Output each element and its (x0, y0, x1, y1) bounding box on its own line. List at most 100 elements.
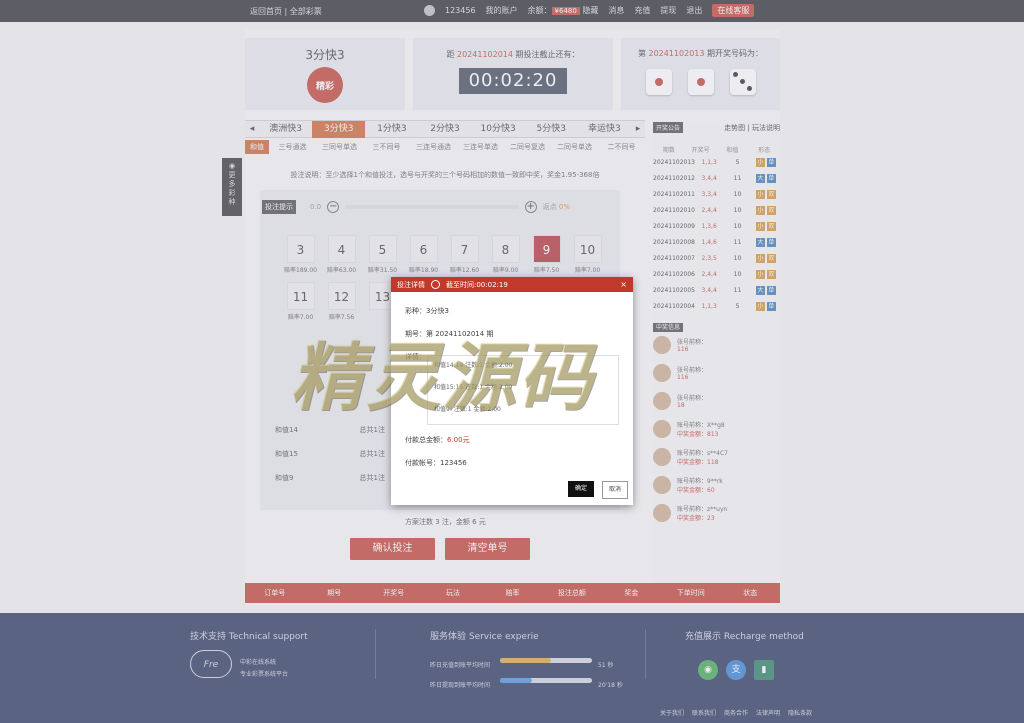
parity-tag: 单 (766, 301, 776, 311)
playtab[interactable]: 三不同号 (363, 142, 410, 152)
number-ball[interactable]: 8 赔率9.00 (485, 235, 526, 274)
top-links[interactable]: 返回首页 | 全部彩票 (250, 6, 322, 17)
number-ball[interactable]: 12 赔率7.56 (321, 282, 362, 321)
ball-number: 6 (409, 235, 438, 263)
order-col: 期号 (327, 589, 342, 597)
tab-game[interactable]: 10分快3 (472, 121, 525, 138)
ball-odds: 赔率7.56 (328, 314, 355, 321)
playtab[interactable]: 二同号单选 (551, 142, 598, 152)
footer-link[interactable]: 隐私条款 (788, 708, 812, 717)
more-games-float[interactable]: ◉ 更多彩种 (222, 158, 242, 216)
ball-number: 10 (573, 235, 602, 263)
playtab[interactable]: 三同号单选 (316, 142, 363, 152)
order-col: 投注总额 (557, 589, 586, 597)
service-label: 昨日充值到账平均时间 (430, 662, 491, 669)
pick-label: 和值14 (275, 426, 298, 434)
last-draw-suffix: 期开奖号码为： (707, 49, 764, 58)
ball-number: 7 (450, 235, 479, 263)
footer-link[interactable]: 关于我们 (660, 708, 684, 717)
number-ball[interactable]: 6 赔率18.90 (403, 235, 444, 274)
number-ball[interactable]: 4 赔率63.00 (321, 235, 362, 274)
winner-avatar (653, 476, 671, 494)
order-col: 玩法 (446, 589, 461, 597)
support-button[interactable]: 在线客服 (712, 4, 755, 17)
slider-track[interactable] (345, 205, 519, 209)
my-account-link[interactable]: 我的账户 (486, 5, 518, 16)
draw-row: 20241102011 3,3,4 10 小 双 (653, 186, 780, 202)
order-table-header: 订单号 期号 开奖号 玩法 赔率 投注总额 奖金 下单时间 状态 (245, 583, 780, 603)
withdraw-link[interactable]: 提现 (660, 5, 676, 16)
number-ball[interactable]: 3 赔率189.00 (280, 235, 321, 274)
winner-avatar (653, 364, 671, 382)
playtab[interactable]: 三连号单选 (457, 142, 504, 152)
number-ball[interactable]: 7 赔率12.60 (444, 235, 485, 274)
draw-issue: 20241102010 (653, 206, 695, 214)
number-ball[interactable]: 10 赔率7.00 (567, 235, 608, 274)
footer-link[interactable]: 法律声明 (756, 708, 780, 717)
parity-tag: 单 (766, 173, 776, 183)
draw-nums: 2,3,5 (701, 254, 717, 262)
plus-icon[interactable]: + (524, 201, 537, 213)
draw-sum: 10 (733, 222, 742, 230)
draw-row: 20241102013 1,1,3 5 小 单 (653, 154, 780, 170)
hide-balance-link[interactable]: 隐藏 (582, 6, 598, 15)
ball-odds: 赔率18.90 (408, 267, 439, 274)
number-ball-selected[interactable]: 9 赔率7.50 (526, 235, 567, 274)
tab-game[interactable]: 2分快3 (418, 121, 471, 138)
service-bar (500, 658, 592, 663)
playtab[interactable]: 二不同号 (598, 142, 645, 152)
countdown-suffix: 期投注截止还有： (515, 50, 580, 59)
playtab[interactable]: 三连号通选 (410, 142, 457, 152)
order-col: 开奖号 (383, 589, 405, 597)
close-icon[interactable]: × (620, 280, 627, 289)
number-ball[interactable]: 11 赔率7.00 (280, 282, 321, 321)
detail-item: 和值9: 注数:1 金额:2.00 (434, 406, 501, 413)
number-ball[interactable]: 5 赔率31.50 (362, 235, 403, 274)
logout-link[interactable]: 退出 (686, 5, 702, 16)
winner-name: 账号前称：z**uyn (677, 506, 728, 513)
draw-issue: 20241102013 (653, 158, 695, 166)
draw-row: 20241102008 1,4,6 11 大 单 (653, 234, 780, 250)
tab-prev-icon[interactable]: ◂ (245, 124, 259, 134)
footer-link[interactable]: 联系我们 (692, 708, 716, 717)
footer-link[interactable]: 商务合作 (724, 708, 748, 717)
ball-odds: 赔率7.00 (574, 267, 601, 274)
playtab[interactable]: 三号通选 (269, 142, 316, 152)
minus-icon[interactable]: − (327, 201, 340, 213)
die-one-icon (645, 69, 672, 95)
confirm-bet-button[interactable]: 确认投注 (350, 538, 435, 560)
countdown-panel: 距 20241102014 期投注截止还有： 00:02:20 (413, 38, 613, 110)
trend-links[interactable]: 走势图 | 玩法说明 (724, 123, 780, 133)
pick-count: 总共1注 (359, 450, 385, 458)
ok-button[interactable]: 确定 (568, 481, 594, 497)
playtab[interactable]: 二同号复选 (504, 142, 551, 152)
pick-label: 和值15 (275, 450, 298, 458)
playtab[interactable]: 和值 (245, 140, 269, 154)
draw-nums: 2,4,4 (701, 270, 717, 278)
win-info-badge: 中奖信息 (653, 323, 684, 332)
tab-game[interactable]: 3分快3 (312, 120, 366, 138)
modal-title: 投注详情 (397, 280, 425, 289)
cancel-button[interactable]: 取消 (602, 481, 628, 499)
size-tag: 小 (755, 189, 765, 199)
recharge-link[interactable]: 充值 (634, 5, 650, 16)
total-label: 付款总金额： (405, 436, 447, 444)
tab-game[interactable]: 幸运快3 (578, 121, 631, 138)
draw-row: 20241102009 1,3,6 10 小 双 (653, 218, 780, 234)
clear-button[interactable]: 清空单号 (445, 538, 530, 560)
draw-row: 20241102010 2,4,4 10 小 双 (653, 202, 780, 218)
draw-issue: 20241102004 (653, 302, 695, 310)
tab-next-icon[interactable]: ▸ (631, 124, 645, 134)
draw-issue: 20241102009 (653, 222, 695, 230)
tab-game[interactable]: 5分快3 (525, 121, 578, 138)
winner-amount: 18 (677, 402, 685, 409)
draw-sum: 11 (733, 286, 742, 294)
winner-name: 张号前称： (677, 367, 708, 374)
tab-game[interactable]: 澳洲快3 (259, 121, 312, 138)
tab-game[interactable]: 1分快3 (365, 121, 418, 138)
message-link[interactable]: 消息 (608, 5, 624, 16)
winner-row: 账号前称：s**4C7 中奖金额：118 (653, 443, 780, 471)
top-bar: 返回首页 | 全部彩票 123456 我的账户 余额： ¥6480 隐藏 消息 充… (0, 0, 1024, 22)
draw-issue: 20241102012 (653, 174, 695, 182)
ball-odds: 赔率9.00 (492, 267, 519, 274)
